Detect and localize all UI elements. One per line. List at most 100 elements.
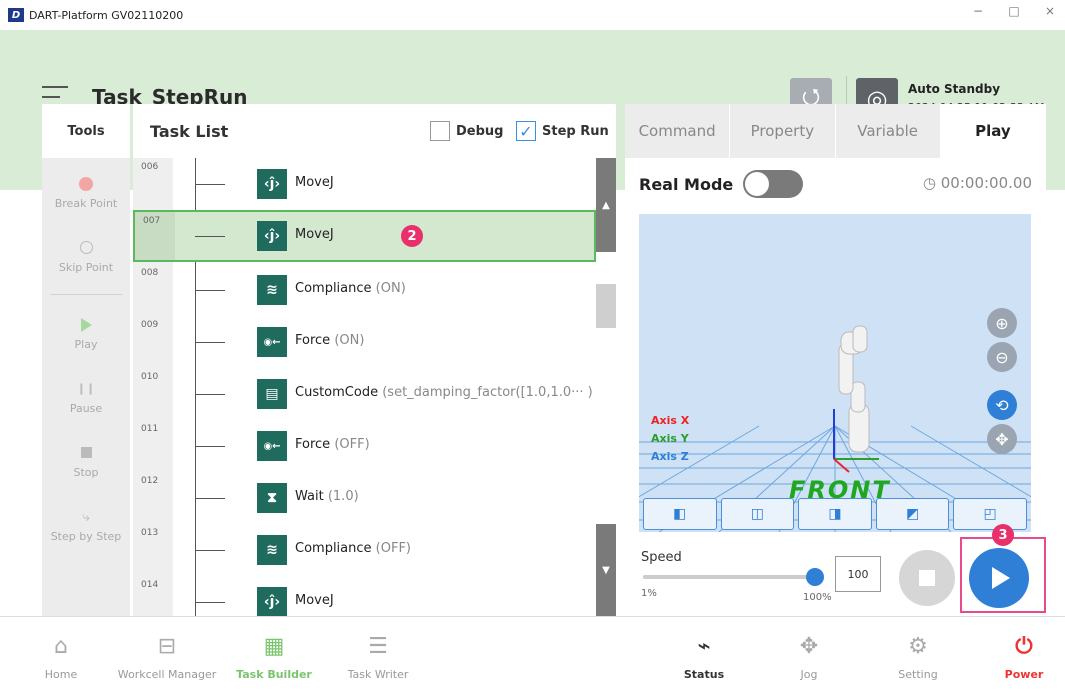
minimize-button[interactable]: − — [967, 4, 989, 18]
bottom-nav: ⌂ Home ⊟ Workcell Manager ▦ Task Builder… — [0, 616, 1065, 693]
command-arg: (ON) — [334, 333, 365, 348]
skip-point-button[interactable]: Skip Point — [42, 224, 130, 288]
command-label: Force — [295, 437, 331, 452]
axis-y-label: Axis Y — [651, 432, 689, 445]
nav-label: Setting — [898, 668, 938, 681]
step-run-checkbox[interactable]: ✓ Step Run — [516, 121, 609, 141]
tools-title: Tools — [42, 104, 130, 158]
nav-task-writer[interactable]: ☰ Task Writer — [338, 617, 418, 694]
step-by-step-icon: ⤷ — [82, 508, 90, 525]
real-mode-label: Real Mode — [639, 174, 734, 194]
app-logo-icon: D — [8, 8, 24, 22]
line-number: 006 — [141, 162, 159, 172]
tool-label: Stop — [73, 465, 99, 479]
step-badge: 2 — [401, 225, 423, 247]
nav-task-builder[interactable]: ▦ Task Builder — [230, 617, 318, 694]
tree-branch — [195, 498, 225, 499]
run-timer: ◷ 00:00:00.00 — [923, 174, 1032, 192]
view-top-button[interactable]: ◩ — [875, 498, 950, 530]
debug-checkbox[interactable]: Debug — [430, 121, 503, 141]
checkbox-box[interactable] — [430, 121, 450, 141]
movej-icon: ‹ĵ› — [257, 169, 287, 199]
zoom-out-icon[interactable]: ⊖ — [987, 342, 1017, 372]
task-list: 006 ‹ĵ› MoveJ 007 ‹ĵ› MoveJ 2 008 ≋ Comp… — [133, 158, 616, 616]
command-label: MoveJ — [295, 175, 334, 190]
tree-branch — [195, 446, 225, 447]
tab-property[interactable]: Property — [730, 104, 836, 158]
wait-icon: ⧗ — [257, 483, 287, 513]
speed-input[interactable]: 100 — [835, 556, 881, 592]
list-item[interactable]: 012 ⧗ Wait (1.0) — [133, 472, 596, 524]
close-button[interactable]: × — [1039, 4, 1061, 18]
window-titlebar: D DART-Platform GV02110200 − □ × — [0, 0, 1065, 30]
nav-status[interactable]: ⌁ Status — [676, 617, 732, 694]
scroll-up-button[interactable]: ▲ — [596, 158, 616, 252]
step-by-step-button[interactable]: ⤷ Step by Step — [42, 493, 130, 557]
stop-tool-button[interactable]: Stop — [42, 429, 130, 493]
maximize-button[interactable]: □ — [1003, 4, 1025, 18]
scrollbar-thumb[interactable] — [596, 284, 616, 328]
tool-label: Skip Point — [58, 260, 114, 274]
pause-tool-button[interactable]: ❙❙ Pause — [42, 365, 130, 429]
nav-setting[interactable]: ⚙ Setting — [886, 617, 950, 694]
step-badge: 3 — [992, 524, 1014, 546]
zoom-in-icon[interactable]: ⊕ — [987, 308, 1017, 338]
command-arg: (set_damping_factor([1.0,1.0··· ) — [382, 385, 593, 400]
slider-thumb[interactable] — [806, 568, 824, 586]
scroll-down-button[interactable]: ▼ — [596, 524, 616, 616]
checkmark-icon[interactable]: ✓ — [516, 121, 536, 141]
view-back-button[interactable]: ◰ — [953, 498, 1027, 530]
list-item[interactable]: 011 ◉← Force (OFF) — [133, 420, 596, 472]
task-list-title: Task List — [150, 121, 229, 141]
toggle-knob — [745, 172, 770, 196]
command-arg: (OFF) — [375, 541, 412, 556]
debug-label: Debug — [456, 123, 504, 139]
real-mode-row: Real Mode — [639, 170, 804, 198]
tools-panel: Tools Break Point Skip Point Play ❙❙ Pau… — [42, 104, 130, 616]
view-front-button[interactable]: ◫ — [720, 498, 795, 530]
clock-icon: ◷ — [922, 174, 936, 192]
robot-3d-view[interactable]: Axis X Axis Y Axis Z FRONT ⊕ ⊖ ⟲ ✥ — [639, 214, 1031, 532]
speed-slider[interactable] — [643, 568, 824, 586]
list-item-selected[interactable]: 007 ‹ĵ› MoveJ 2 — [133, 210, 596, 262]
tool-label: Break Point — [54, 196, 118, 210]
task-builder-icon: ▦ — [263, 633, 285, 659]
view-side-button[interactable]: ◨ — [798, 498, 872, 530]
movej-icon: ‹ĵ› — [257, 221, 287, 251]
nav-label: Power — [1004, 668, 1044, 681]
tree-branch — [195, 184, 225, 185]
command-label: Force — [295, 333, 331, 348]
break-point-button[interactable]: Break Point — [42, 160, 130, 224]
tree-branch — [195, 342, 225, 343]
list-item[interactable]: 006 ‹ĵ› MoveJ — [133, 158, 596, 210]
list-item[interactable]: 008 ≋ Compliance (ON) — [133, 264, 596, 316]
view-iso-button[interactable]: ◧ — [643, 498, 717, 530]
timer-value: 00:00:00.00 — [940, 174, 1032, 192]
nav-home[interactable]: ⌂ Home — [36, 617, 86, 694]
line-number: 013 — [141, 528, 159, 538]
window-title: DART-Platform GV02110200 — [29, 8, 184, 22]
play-button[interactable] — [969, 548, 1029, 608]
line-number: 014 — [141, 580, 159, 590]
tab-variable[interactable]: Variable — [835, 104, 941, 158]
tab-command[interactable]: Command — [625, 104, 731, 158]
command-label: MoveJ — [295, 227, 334, 242]
nav-power[interactable]: ⏻ Power — [996, 617, 1052, 694]
play-tool-button[interactable]: Play — [42, 301, 130, 365]
tab-play[interactable]: Play — [940, 104, 1046, 158]
pan-icon[interactable]: ✥ — [987, 424, 1017, 454]
nav-workcell-manager[interactable]: ⊟ Workcell Manager — [112, 617, 222, 694]
list-item[interactable]: 013 ≋ Compliance (OFF) — [133, 524, 596, 576]
nav-jog[interactable]: ✥ Jog — [784, 617, 834, 694]
list-item[interactable]: 009 ◉← Force (ON) — [133, 316, 596, 368]
rotate-icon[interactable]: ⟲ — [987, 390, 1017, 420]
skip-point-icon — [79, 241, 93, 254]
list-item[interactable]: 010 ▤ CustomCode (set_damping_factor([1.… — [133, 368, 596, 420]
speed-max-label: 100% — [803, 592, 832, 603]
view-preset-buttons: ◧ ◫ ◨ ◩ ◰ — [639, 498, 1031, 530]
workcell-icon: ⊟ — [157, 633, 177, 659]
real-mode-toggle[interactable] — [743, 170, 804, 198]
list-item[interactable]: 014 ‹ĵ› MoveJ — [133, 576, 596, 616]
divider — [50, 294, 122, 295]
stop-button[interactable] — [899, 550, 955, 606]
